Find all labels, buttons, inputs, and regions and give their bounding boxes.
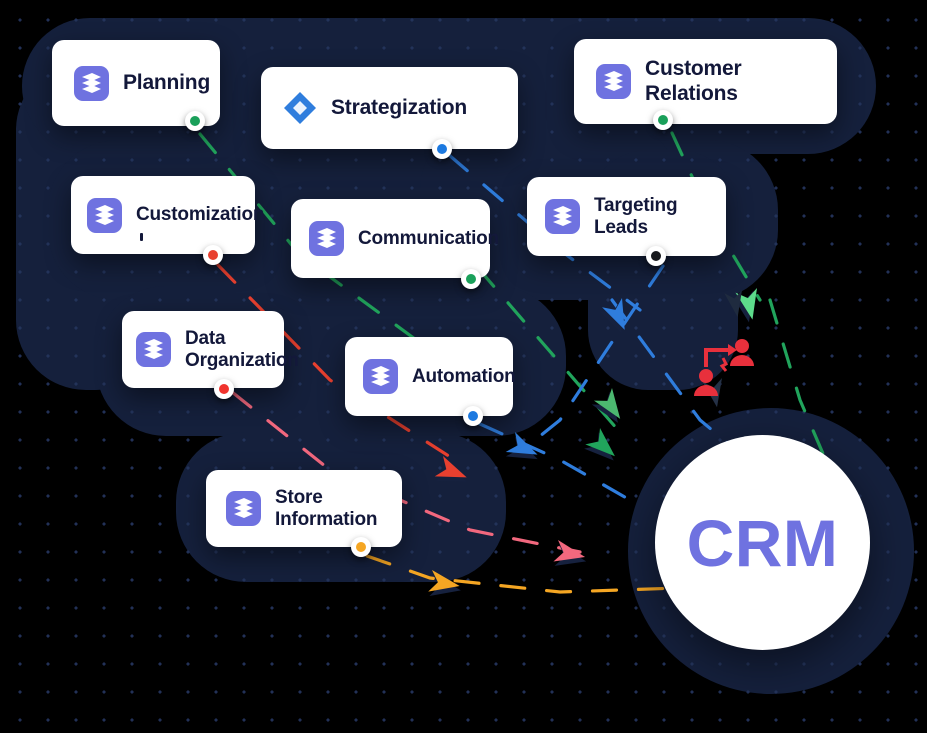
card-label: Targeting Leads: [594, 194, 678, 238]
card-communication[interactable]: Communication: [291, 199, 499, 278]
blue-diamond-icon: [283, 91, 317, 125]
card-label: Communication: [358, 227, 499, 249]
stacked-lines-icon: [309, 221, 344, 256]
status-dot-customization: [203, 245, 223, 265]
card-label: Customer Relations: [645, 57, 742, 105]
card-customer-relations[interactable]: Customer Relations: [574, 39, 837, 124]
crm-hub-circle[interactable]: CRM: [655, 435, 870, 650]
card-customization[interactable]: Customization: [71, 176, 264, 254]
card-label: Strategization: [331, 95, 468, 119]
status-dot-targeting-leads: [646, 246, 666, 266]
stacked-lines-icon: [136, 332, 171, 367]
status-dot-customer-relations: [653, 110, 673, 130]
stacked-lines-icon: [87, 197, 122, 233]
card-store-information[interactable]: Store Information: [206, 470, 402, 547]
card-data-organization[interactable]: Data Organization: [122, 311, 299, 388]
status-dot-planning: [185, 111, 205, 131]
status-dot-store-information: [351, 537, 371, 557]
stacked-lines-icon: [226, 491, 261, 526]
stacked-lines-icon: [363, 359, 398, 394]
crm-hub-label: CRM: [686, 505, 839, 580]
card-label: Data Organization: [185, 327, 299, 371]
crm-diagram-canvas: Planning Strategization Customer Relatio…: [0, 0, 927, 733]
stacked-lines-icon: [545, 199, 580, 234]
stacked-lines-icon: [596, 64, 631, 99]
stacked-lines-icon: [74, 65, 109, 101]
card-label: Store Information: [275, 486, 378, 530]
stray-artifact-mark: [140, 233, 143, 241]
card-label: Customization: [136, 204, 265, 226]
card-strategization[interactable]: Strategization: [261, 67, 518, 149]
card-automation[interactable]: Automation: [345, 337, 516, 416]
user-transfer-icon: [690, 336, 758, 398]
status-dot-communication: [461, 269, 481, 289]
card-targeting-leads[interactable]: Targeting Leads: [527, 177, 726, 256]
status-dot-strategization: [432, 139, 452, 159]
status-dot-data-organization: [214, 379, 234, 399]
card-label: Planning: [123, 70, 211, 94]
card-label: Automation: [412, 365, 516, 387]
status-dot-automation: [463, 406, 483, 426]
